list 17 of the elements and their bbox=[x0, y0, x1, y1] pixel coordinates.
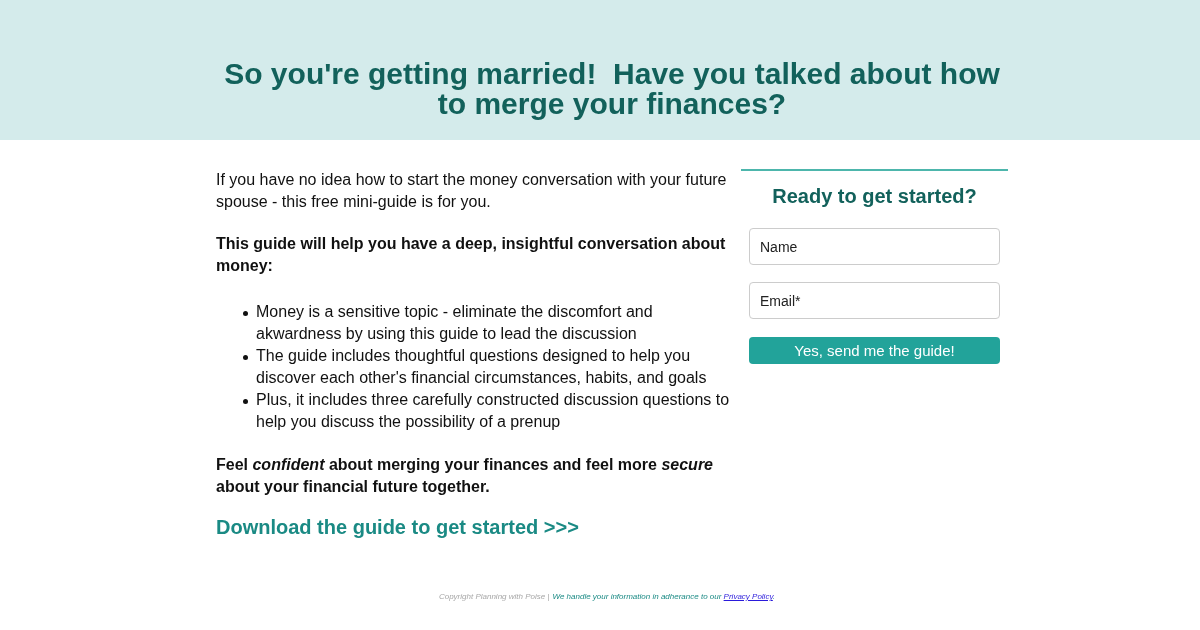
lead-text: This guide will help you have a deep, insightful conversation about money: bbox=[216, 234, 727, 276]
privacy-notice: We handle your information in adherance to our Privacy Policy. bbox=[552, 592, 776, 601]
copyright-text: Copyright Planning with Poise | bbox=[438, 592, 550, 601]
bullet-icon bbox=[243, 311, 248, 316]
list-item-text: The guide includes thoughtful questions designed to help you discover each other's financial circumstances, habits, and goals bbox=[256, 346, 708, 388]
closing-text: Feel confident about merging your finances and feel more secure about your financial future together. bbox=[216, 455, 714, 497]
list-item-text: Money is a sensitive topic - eliminate the discomfort and akwardness by using this guide to lead the discussion bbox=[256, 302, 654, 344]
bullet-icon bbox=[243, 399, 248, 404]
input-field[interactable]: Name bbox=[749, 228, 1000, 265]
input-field[interactable]: Email* bbox=[749, 282, 1000, 319]
submit-button[interactable]: Yes, send me the guide! bbox=[749, 337, 1000, 364]
download-link[interactable]: Download the guide to get started >>> bbox=[216, 516, 579, 538]
page-title: So you're getting married! Have you talked about how to merge your finances? bbox=[223, 59, 1001, 119]
intro-text: If you have no idea how to start the money conversation with your future spouse - this free mini-guide is for you. bbox=[216, 170, 728, 212]
bullet-icon bbox=[243, 355, 248, 360]
form-heading: Ready to get started? bbox=[771, 184, 978, 208]
list-item-text: Plus, it includes three carefully constructed discussion questions to help you discuss the possibility of a prenup bbox=[256, 390, 731, 432]
